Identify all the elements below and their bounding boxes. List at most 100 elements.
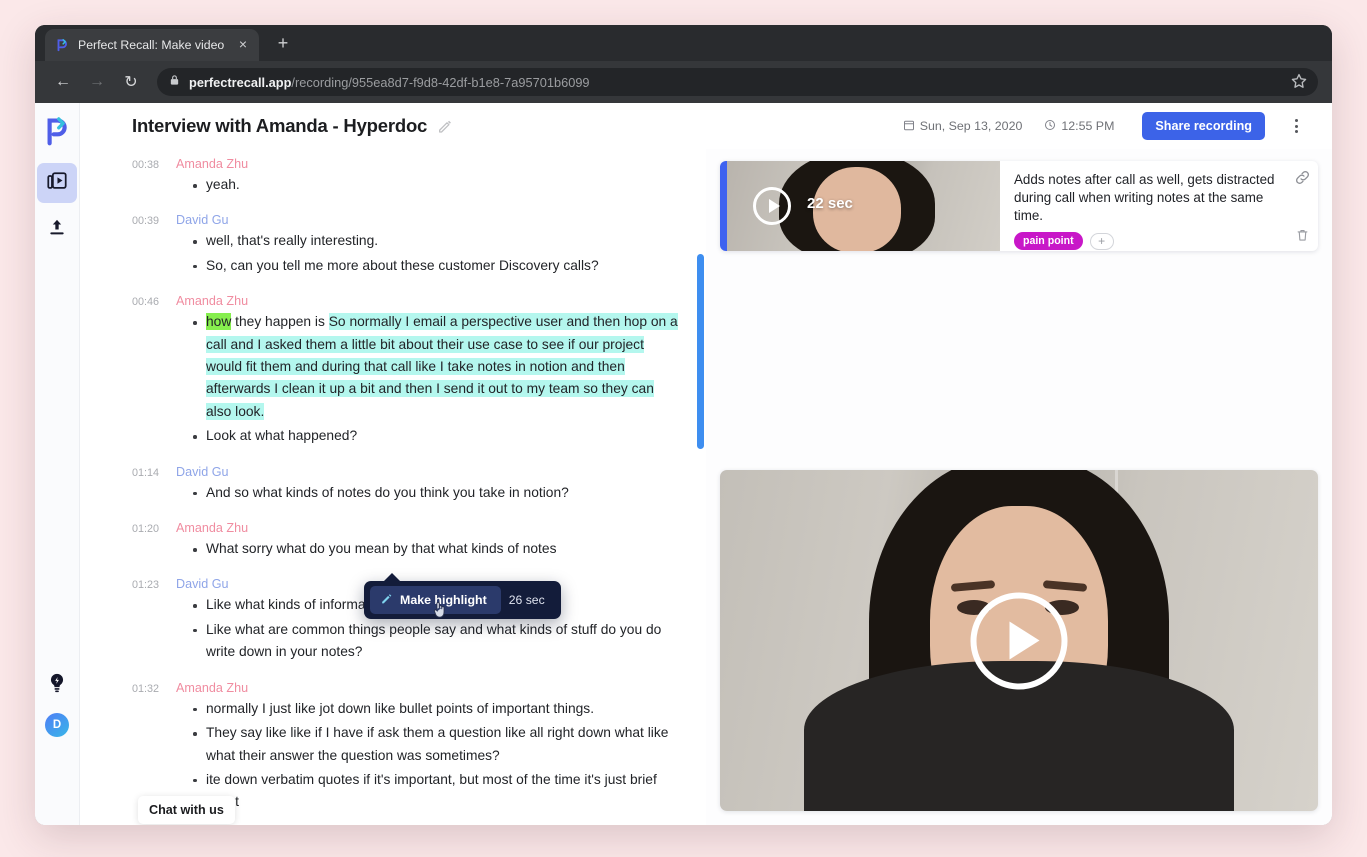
transcript-segment: 01:20 Amanda Zhu What sorry what do you … xyxy=(132,521,682,560)
highlight-green-text[interactable]: how xyxy=(206,313,232,331)
url-path: /recording/955ea8d7-f9d8-42df-b1e8-7a957… xyxy=(291,74,590,90)
transcript-scrollbar[interactable] xyxy=(697,254,704,449)
transcript-segment: 01:14 David Gu And so what kinds of note… xyxy=(132,465,682,504)
recording-date-text: Sun, Sep 13, 2020 xyxy=(919,119,1023,133)
segment-speaker: David Gu xyxy=(176,577,229,592)
browser-tab-title: Perfect Recall: Make video high xyxy=(78,38,227,52)
transcript-line[interactable]: Look at what happened? xyxy=(192,425,682,447)
back-icon[interactable]: ← xyxy=(49,68,77,96)
pencil-icon xyxy=(380,592,393,608)
recordings-icon xyxy=(46,170,68,197)
browser-tab-strip: Perfect Recall: Make video high × + xyxy=(35,25,1332,61)
right-panel: 22 sec Adds notes after call as well, ge… xyxy=(706,149,1332,825)
transcript-segment: 00:38 Amanda Zhu yeah. xyxy=(132,157,682,196)
content-split: 00:38 Amanda Zhu yeah. 00:39 David Gu we… xyxy=(80,149,1332,825)
segment-timestamp[interactable]: 01:23 xyxy=(132,579,162,591)
bookmark-star-icon[interactable] xyxy=(1290,72,1310,92)
lightbulb-icon[interactable] xyxy=(47,672,67,699)
transcript-line[interactable]: They say like like if I have if ask them… xyxy=(192,722,682,767)
pencil-icon[interactable] xyxy=(437,118,453,134)
app-header: Interview with Amanda - Hyperdoc Sun, Se… xyxy=(80,103,1332,149)
browser-tab[interactable]: Perfect Recall: Make video high × xyxy=(45,29,259,61)
app-main: Interview with Amanda - Hyperdoc Sun, Se… xyxy=(80,103,1332,825)
transcript-line[interactable]: What sorry what do you mean by that what… xyxy=(192,538,682,560)
segment-timestamp[interactable]: 01:14 xyxy=(132,467,162,479)
make-highlight-label: Make highlight xyxy=(400,593,487,607)
tag-pain-point[interactable]: pain point xyxy=(1014,232,1083,250)
transcript-panel[interactable]: 00:38 Amanda Zhu yeah. 00:39 David Gu we… xyxy=(80,149,706,825)
play-icon[interactable] xyxy=(970,592,1068,689)
sidebar-item-upload[interactable] xyxy=(37,209,77,249)
clock-icon xyxy=(1044,119,1056,134)
segment-timestamp[interactable]: 00:39 xyxy=(132,215,162,227)
transcript-line[interactable]: So, can you tell me more about these cus… xyxy=(192,255,682,277)
segment-speaker: Amanda Zhu xyxy=(176,521,249,536)
segment-speaker: Amanda Zhu xyxy=(176,680,249,695)
browser-window: Perfect Recall: Make video high × + ← → … xyxy=(35,25,1332,825)
highlight-thumbnail[interactable]: 22 sec xyxy=(727,161,1000,251)
segment-timestamp[interactable]: 01:32 xyxy=(132,683,162,695)
transcript-segment: 00:39 David Gu well, that's really inter… xyxy=(132,213,682,277)
video-player[interactable] xyxy=(720,470,1318,811)
avatar[interactable]: D xyxy=(45,713,69,737)
segment-timestamp[interactable]: 00:46 xyxy=(132,296,162,308)
segment-header: 01:32 Amanda Zhu xyxy=(132,681,682,695)
segment-speaker: Amanda Zhu xyxy=(176,294,249,309)
page-title: Interview with Amanda - Hyperdoc xyxy=(132,115,428,136)
new-tab-button[interactable]: + xyxy=(269,30,297,58)
segment-header: 00:46 Amanda Zhu xyxy=(132,294,682,308)
segment-speaker: David Gu xyxy=(176,213,229,228)
highlight-duration: 22 sec xyxy=(807,195,853,212)
transcript-line[interactable]: well, that's really interesting. xyxy=(192,230,682,252)
transcript-line[interactable]: Like what are common things people say a… xyxy=(192,619,682,664)
transcript-line-selected[interactable]: how they happen is So normally I email a… xyxy=(192,311,682,423)
segment-lines: how they happen is So normally I email a… xyxy=(132,311,682,447)
lock-icon xyxy=(169,73,180,91)
play-icon[interactable] xyxy=(753,187,791,225)
add-tag-button[interactable]: + xyxy=(1089,232,1114,250)
close-icon[interactable]: × xyxy=(236,37,250,52)
segment-lines: What sorry what do you mean by that what… xyxy=(132,538,682,560)
share-recording-button[interactable]: Share recording xyxy=(1142,112,1265,140)
make-highlight-button[interactable]: Make highlight xyxy=(370,586,501,614)
segment-header: 01:20 Amanda Zhu xyxy=(132,521,682,535)
kebab-menu-icon[interactable] xyxy=(1288,119,1304,133)
link-icon[interactable] xyxy=(1294,169,1311,186)
segment-lines: well, that's really interesting. So, can… xyxy=(132,230,682,277)
transcript-line[interactable]: normally I just like jot down like bulle… xyxy=(192,698,682,720)
segment-speaker: David Gu xyxy=(176,464,229,479)
reload-icon[interactable]: ↻ xyxy=(117,68,145,96)
highlight-note[interactable]: Adds notes after call as well, gets dist… xyxy=(1014,171,1284,225)
selected-plain-text: they happen is xyxy=(231,314,329,330)
selection-duration: 26 sec xyxy=(508,593,545,607)
app-sidebar: D xyxy=(35,103,80,825)
sidebar-item-recordings[interactable] xyxy=(37,163,77,203)
highlight-card[interactable]: 22 sec Adds notes after call as well, ge… xyxy=(720,161,1318,251)
url-domain: perfectrecall.app xyxy=(189,74,292,90)
segment-lines: yeah. xyxy=(132,174,682,196)
transcript-segment: 00:46 Amanda Zhu how they happen is So n… xyxy=(132,294,682,447)
recording-date: Sun, Sep 13, 2020 xyxy=(903,119,1023,134)
segment-timestamp[interactable]: 00:38 xyxy=(132,159,162,171)
calendar-icon xyxy=(903,119,915,134)
address-bar-url: perfectrecall.app/recording/955ea8d7-f9d… xyxy=(189,75,590,90)
forward-icon[interactable]: → xyxy=(83,68,111,96)
segment-timestamp[interactable]: 01:20 xyxy=(132,523,162,535)
transcript-line[interactable]: ite down verbatim quotes if it's importa… xyxy=(192,769,682,814)
recording-time: 12:55 PM xyxy=(1044,119,1114,134)
transcript-line[interactable]: yeah. xyxy=(192,174,682,196)
sidebar-bottom-group: D xyxy=(35,672,79,737)
transcript-line[interactable]: And so what kinds of notes do you think … xyxy=(192,482,682,504)
segment-header: 00:39 David Gu xyxy=(132,213,682,227)
trash-icon[interactable] xyxy=(1295,227,1310,243)
recording-time-text: 12:55 PM xyxy=(1061,119,1115,133)
address-bar[interactable]: perfectrecall.app/recording/955ea8d7-f9d… xyxy=(157,68,1318,96)
make-highlight-popover: Make highlight 26 sec xyxy=(364,573,561,619)
perfect-recall-logo-icon xyxy=(54,38,69,53)
app-viewport: D Interview with Amanda - Hyperdoc Sun, xyxy=(35,103,1332,825)
transcript-segment: 01:32 Amanda Zhu normally I just like jo… xyxy=(132,681,682,814)
browser-toolbar: ← → ↻ perfectrecall.app/recording/955ea8… xyxy=(35,61,1332,103)
upload-icon xyxy=(47,217,67,242)
segment-header: 00:38 Amanda Zhu xyxy=(132,157,682,171)
chat-with-us-widget[interactable]: Chat with us xyxy=(138,796,235,824)
